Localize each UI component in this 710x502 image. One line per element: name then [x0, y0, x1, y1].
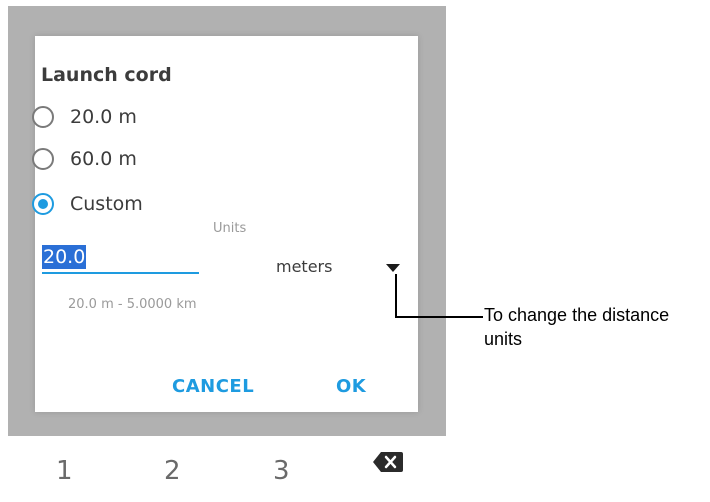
- dropdown-arrow-icon[interactable]: [386, 264, 400, 272]
- device-screen: Launch cord 20.0 m 60.0 m Custom Units 2…: [8, 6, 446, 502]
- units-dropdown[interactable]: meters: [240, 254, 416, 282]
- range-hint: 20.0 m - 5.0000 km: [68, 297, 197, 312]
- radio-option-custom[interactable]: Custom: [32, 189, 143, 219]
- key-2[interactable]: 2: [164, 456, 181, 486]
- radio-option-label: Custom: [70, 193, 143, 215]
- units-label: Units: [213, 221, 247, 236]
- callout-line-horizontal: [395, 316, 483, 318]
- callout-annotation: To change the distance units: [484, 305, 670, 349]
- ok-button[interactable]: OK: [336, 376, 366, 397]
- units-dropdown-value: meters: [276, 257, 333, 276]
- radio-button-icon[interactable]: [32, 106, 54, 128]
- dialog-title: Launch cord: [41, 64, 172, 86]
- cancel-button[interactable]: CANCEL: [172, 376, 254, 397]
- key-1[interactable]: 1: [56, 456, 73, 486]
- radio-button-checked-icon[interactable]: [32, 193, 54, 215]
- radio-option-label: 60.0 m: [70, 148, 137, 170]
- callout-line-vertical: [395, 274, 397, 318]
- radio-button-icon[interactable]: [32, 148, 54, 170]
- backspace-key-icon[interactable]: [372, 451, 404, 473]
- radio-option-label: 20.0 m: [70, 106, 137, 128]
- distance-input[interactable]: [42, 244, 199, 274]
- radio-option-60m[interactable]: 60.0 m: [32, 144, 137, 174]
- key-3[interactable]: 3: [273, 456, 290, 486]
- radio-option-20m[interactable]: 20.0 m: [32, 102, 137, 132]
